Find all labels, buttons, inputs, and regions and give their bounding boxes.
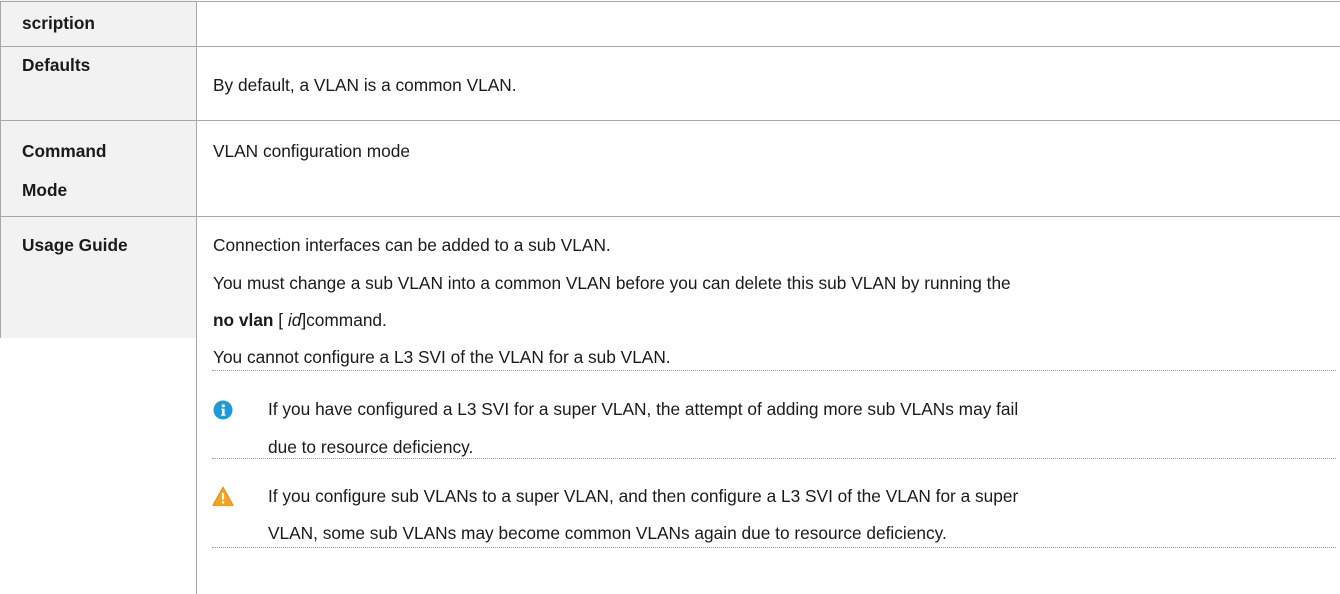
table-border-row1: [0, 46, 1340, 47]
info-icon: [213, 400, 233, 420]
note-line-2: due to resource deficiency.: [268, 437, 474, 457]
command-no-vlan: no vlan: [213, 310, 274, 330]
command-arg-id: id: [287, 310, 302, 330]
row-defaults: Defaults By default, a VLAN is a common …: [0, 46, 1340, 102]
table-border-row2: [0, 120, 1340, 121]
caution-line-1: If you configure sub VLANs to a super VL…: [268, 486, 1019, 506]
row-label-command: Command: [22, 141, 107, 161]
row-label-usage-guide: Usage Guide: [22, 235, 128, 255]
row-label-mode: Mode: [22, 180, 68, 200]
row-command-mode: Command Mode VLAN configuration mode: [0, 120, 1340, 220]
table-border-left: [0, 1, 1, 338]
usage-line-4: You cannot configure a L3 SVI of the VLA…: [213, 347, 671, 367]
note-line-1: If you have configured a L3 SVI for a su…: [268, 399, 1019, 419]
row-usage-guide: Usage Guide Connection interfaces can be…: [0, 216, 1340, 594]
table-border-divider: [196, 1, 197, 594]
defaults-text: By default, a VLAN is a common VLAN.: [213, 75, 517, 95]
usage-line-2: You must change a sub VLAN into a common…: [213, 273, 1011, 293]
command-mode-text: VLAN configuration mode: [213, 141, 410, 161]
note-top-divider: [212, 370, 1336, 371]
row-description: scription: [0, 0, 1340, 46]
usage-line-1: Connection interfaces can be added to a …: [213, 235, 611, 255]
caution-top-divider: [212, 458, 1336, 459]
table-border-row3: [0, 216, 1340, 217]
usage-line-3: no vlan [ id]command.: [213, 310, 387, 330]
row-label-defaults: Defaults: [22, 55, 91, 75]
table-border-top: [0, 1, 1340, 2]
warning-icon: [212, 486, 234, 506]
row-label-description: scription: [22, 13, 95, 33]
document-table: scription Defaults By default, a VLAN is…: [0, 0, 1340, 594]
caution-bottom-divider: [212, 547, 1336, 548]
caution-line-2: VLAN, some sub VLANs may become common V…: [268, 523, 947, 543]
